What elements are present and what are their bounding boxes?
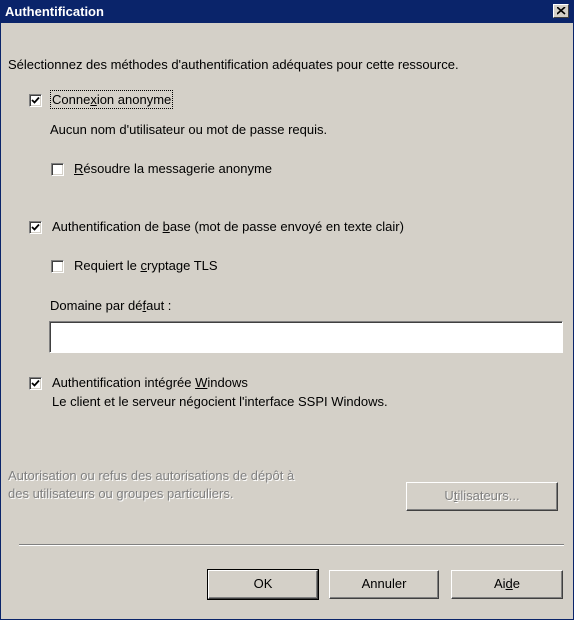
- anonymous-checkbox[interactable]: [29, 94, 42, 107]
- users-button[interactable]: Utilisateurs...: [406, 482, 558, 511]
- default-domain-label: Domaine par défaut :: [50, 298, 171, 313]
- integrated-label-accel: W: [195, 375, 208, 390]
- ok-button[interactable]: OK: [207, 569, 319, 600]
- basic-auth-label[interactable]: Authentification de base (mot de passe e…: [52, 219, 404, 234]
- anonymous-label-part: ion anonyme: [96, 92, 172, 107]
- close-button[interactable]: [553, 4, 569, 18]
- anonymous-label-part: Conne: [52, 92, 91, 107]
- basic-auth-checkbox[interactable]: [29, 221, 42, 234]
- integrated-label-part: Authentification intégrée: [52, 375, 196, 390]
- relay-text-line1: Autorisation ou refus des autorisations …: [8, 468, 295, 483]
- tls-label-part: Requiert le: [74, 258, 141, 273]
- relay-text-line2: des utilisateurs ou groupes particuliers…: [8, 486, 234, 501]
- dialog-title: Authentification: [5, 4, 104, 19]
- integrated-windows-checkbox[interactable]: [29, 377, 42, 390]
- help-button-accel: d: [505, 576, 513, 591]
- basic-label-accel: b: [162, 219, 170, 234]
- basic-label-part: Authentification de: [52, 219, 163, 234]
- tls-label-part: ryptage TLS: [146, 258, 218, 273]
- anonymous-description: Aucun nom d'utilisateur ou mot de passe …: [50, 122, 328, 137]
- integrated-windows-description: Le client et le serveur négocient l'inte…: [52, 394, 388, 409]
- resolve-anonymous-label[interactable]: Résoudre la messagerie anonyme: [74, 161, 272, 176]
- resolve-anonymous-checkbox[interactable]: [51, 163, 64, 176]
- separator: [19, 544, 564, 546]
- checkmark-icon: [31, 96, 40, 104]
- domain-label-part: aut :: [146, 298, 172, 313]
- domain-label-part: Domaine par dé: [50, 298, 143, 313]
- intro-text: Sélectionnez des méthodes d'authentifica…: [8, 57, 459, 72]
- tls-checkbox[interactable]: [51, 260, 64, 273]
- users-button-part: ilisateurs...: [457, 488, 520, 503]
- anonymous-label[interactable]: Connexion anonyme: [49, 90, 174, 109]
- users-button-part: U: [444, 488, 454, 503]
- integrated-windows-label[interactable]: Authentification intégrée Windows: [52, 375, 248, 390]
- help-button-part: e: [512, 576, 521, 591]
- cancel-button[interactable]: Annuler: [329, 570, 439, 599]
- resolve-label-part: ésoudre la messagerie anonyme: [83, 161, 272, 176]
- basic-label-part: ase (mot de passe envoyé en texte clair): [169, 219, 404, 234]
- integrated-label-part: indows: [207, 375, 248, 390]
- help-button-part: Ai: [493, 576, 506, 591]
- default-domain-input[interactable]: [49, 321, 563, 353]
- authentication-dialog: Authentification Sélectionnez des méthod…: [0, 0, 574, 620]
- checkmark-icon: [31, 223, 40, 231]
- resolve-label-accel: R: [74, 161, 84, 176]
- checkmark-icon: [31, 379, 40, 387]
- close-icon: [557, 7, 566, 15]
- help-button[interactable]: Aide: [451, 570, 563, 599]
- title-bar[interactable]: Authentification: [1, 1, 573, 23]
- tls-label[interactable]: Requiert le cryptage TLS: [74, 258, 218, 273]
